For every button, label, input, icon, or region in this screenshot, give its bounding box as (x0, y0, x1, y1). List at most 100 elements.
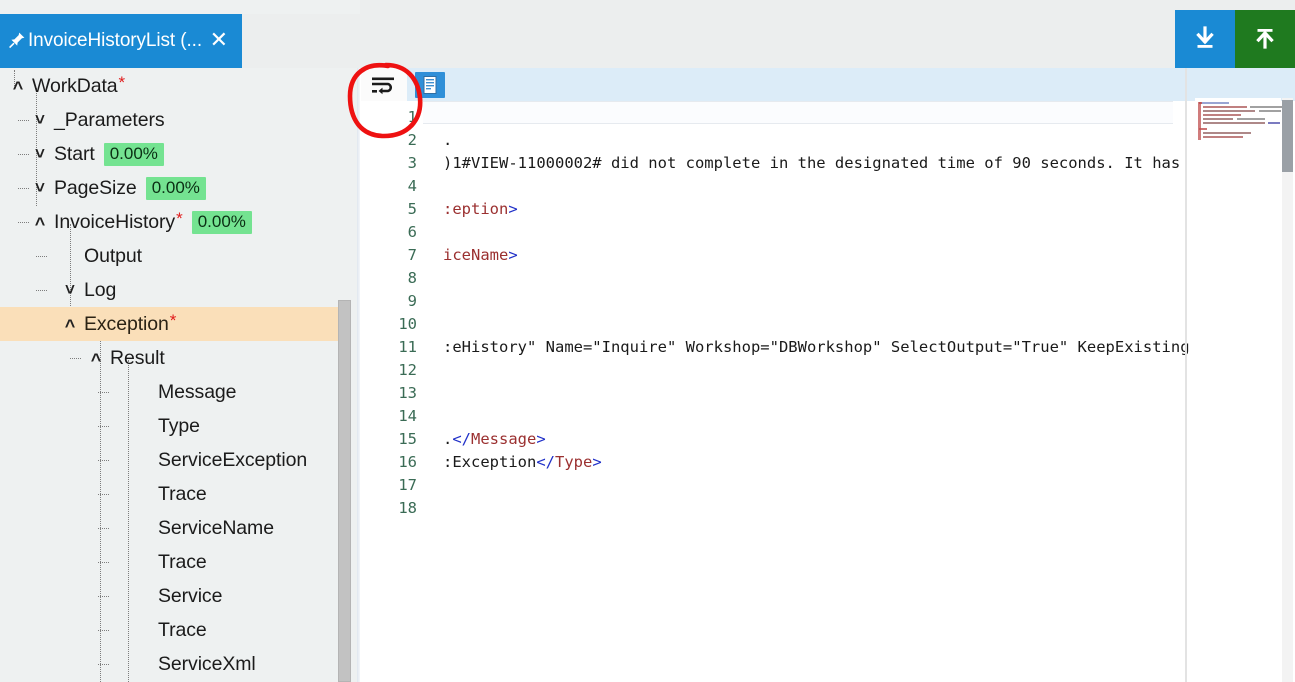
tree-item-invoicehistory[interactable]: ^ InvoiceHistory * 0.00% (0, 205, 345, 239)
header-button-group (1175, 10, 1295, 68)
line-number: 4 (407, 177, 417, 195)
tree-item-label: Trace (158, 482, 207, 505)
tree-item-serviceexception[interactable]: ServiceException (0, 443, 345, 477)
line-number: 5 (407, 200, 417, 218)
tree-item-label: Service (158, 584, 223, 607)
line-number-gutter: 1 2 3 4 5 6 7 8 9 10 11 12 13 14 15 16 17 18 (361, 101, 423, 682)
tree-item-label: Result (110, 346, 165, 369)
line-number: 18 (398, 499, 417, 517)
tree-item-trace[interactable]: Trace (0, 545, 345, 579)
document-icon[interactable] (415, 71, 445, 98)
line-number: 6 (407, 223, 417, 241)
upload-icon (1256, 29, 1274, 49)
download-icon (1196, 26, 1214, 48)
tree-item-label: Exception (84, 312, 169, 335)
line-number: 2 (407, 131, 417, 149)
tree-item-label: ServiceXml (158, 652, 256, 675)
tree-item-parameters[interactable]: ˅ _Parameters (0, 103, 345, 137)
code-text-area[interactable]: . )1#VIEW-11000002# did not complete in t… (423, 101, 1233, 682)
minimap-line (1268, 122, 1280, 124)
code-token: > (592, 453, 602, 471)
code-line[interactable]: . (443, 129, 452, 152)
close-icon[interactable]: ✕ (204, 28, 236, 54)
tree-item-trace[interactable]: Trace (0, 477, 345, 511)
tree-item-pagesize[interactable]: ˅ PageSize 0.00% (0, 171, 345, 205)
minimap-scrollbar-thumb[interactable] (1282, 100, 1293, 172)
tab-invoicehistorylist[interactable]: InvoiceHistoryList (... ✕ (0, 14, 242, 68)
word-wrap-icon[interactable] (361, 68, 407, 101)
coverage-badge: 0.00% (145, 176, 206, 200)
sidebar-scrollbar-thumb[interactable] (338, 300, 351, 682)
pin-icon[interactable] (8, 31, 26, 49)
code-token: :Exception (443, 453, 537, 471)
minimap-line (1203, 110, 1255, 112)
code-editor[interactable]: 1 2 3 4 5 6 7 8 9 10 11 12 13 14 15 16 17 18 .)1#VIEW-110… (361, 68, 1295, 682)
chevron-up-icon[interactable]: ^ (32, 215, 48, 233)
tree-item-output[interactable]: Output (0, 239, 345, 273)
tree-item-log[interactable]: ˅ Log (0, 273, 345, 307)
code-line[interactable]: iceName> (443, 244, 518, 267)
tree-item-label: PageSize (54, 176, 137, 199)
tree-item-result[interactable]: ^ Result (0, 341, 345, 375)
code-line[interactable]: )1#VIEW-11000002# did not complete in th… (443, 152, 1180, 175)
code-line[interactable]: .</Message> (443, 428, 546, 451)
tab-label: InvoiceHistoryList (... (28, 30, 203, 51)
upload-button[interactable] (1235, 10, 1295, 68)
tab-strip: InvoiceHistoryList (... ✕ (0, 14, 360, 68)
workdata-tree[interactable]: ^ WorkData * ˅ _Parameters ˅ Start 0.00% ˅ PageSi… (0, 68, 352, 682)
code-token: > (536, 430, 546, 448)
line-number: 1 (407, 108, 417, 126)
code-minimap[interactable] (1195, 98, 1286, 682)
code-line[interactable]: :eHistory" Name="Inquire" Workshop="DBWo… (443, 336, 1190, 359)
code-line[interactable]: :eption> (443, 198, 518, 221)
minimap-scrollbar-track[interactable] (1282, 98, 1293, 682)
chevron-down-icon[interactable]: ˅ (62, 281, 78, 298)
tree-item-servicename[interactable]: ServiceName (0, 511, 345, 545)
required-asterisk: * (118, 73, 126, 92)
code-token: Message (471, 430, 537, 448)
tree-item-label: ServiceName (158, 516, 274, 539)
tree-item-label: WorkData (32, 74, 118, 97)
tree-item-servicexml[interactable]: ServiceXml (0, 647, 345, 681)
minimap-divider (1185, 68, 1187, 682)
chevron-down-icon[interactable]: ˅ (32, 179, 48, 196)
minimap-line (1203, 106, 1247, 108)
tree-item-label: ServiceException (158, 448, 308, 471)
chevron-up-icon[interactable]: ^ (88, 351, 104, 369)
minimap-line (1203, 118, 1233, 120)
chevron-down-icon[interactable]: ˅ (32, 111, 48, 128)
tree-item-service[interactable]: Service (0, 579, 345, 613)
tree-item-label: _Parameters (54, 108, 165, 131)
tree-item-trace[interactable]: Trace (0, 613, 345, 647)
minimap-line (1199, 102, 1229, 104)
chevron-up-icon[interactable]: ^ (10, 79, 26, 97)
tree-item-label: Message (158, 380, 237, 403)
minimap-line (1237, 118, 1265, 120)
tree-item-label: Log (84, 278, 117, 301)
coverage-badge: 0.00% (191, 210, 252, 234)
tree-item-label: InvoiceHistory (54, 210, 176, 233)
top-header (360, 0, 1295, 68)
line-number: 13 (398, 384, 417, 402)
line-number: 12 (398, 361, 417, 379)
tree-item-message[interactable]: Message (0, 375, 345, 409)
tree-item-start[interactable]: ˅ Start 0.00% (0, 137, 345, 171)
line-number: 10 (398, 315, 417, 333)
sidebar-divider (357, 68, 360, 682)
tree-item-type[interactable]: Type (0, 409, 345, 443)
line-number: 15 (398, 430, 417, 448)
line-number: 3 (407, 154, 417, 172)
tree-item-workdata[interactable]: ^ WorkData * (0, 69, 345, 103)
code-line[interactable]: :Exception</Type> (443, 451, 602, 474)
code-token: )1#VIEW-11000002# did not complete in th… (443, 154, 1181, 172)
chevron-down-icon[interactable]: ˅ (32, 145, 48, 162)
code-token: iceName (443, 246, 509, 264)
editor-toolbar (361, 68, 1295, 101)
tree-item-label: Trace (158, 550, 207, 573)
chevron-up-icon[interactable]: ^ (62, 317, 78, 335)
code-token: :eHistory" Name="Inquire" Workshop="DBWo… (443, 338, 1190, 356)
download-button[interactable] (1175, 10, 1235, 68)
code-token: </ (536, 453, 555, 471)
required-asterisk: * (176, 209, 183, 228)
tree-item-exception[interactable]: ^ Exception * (0, 307, 345, 341)
